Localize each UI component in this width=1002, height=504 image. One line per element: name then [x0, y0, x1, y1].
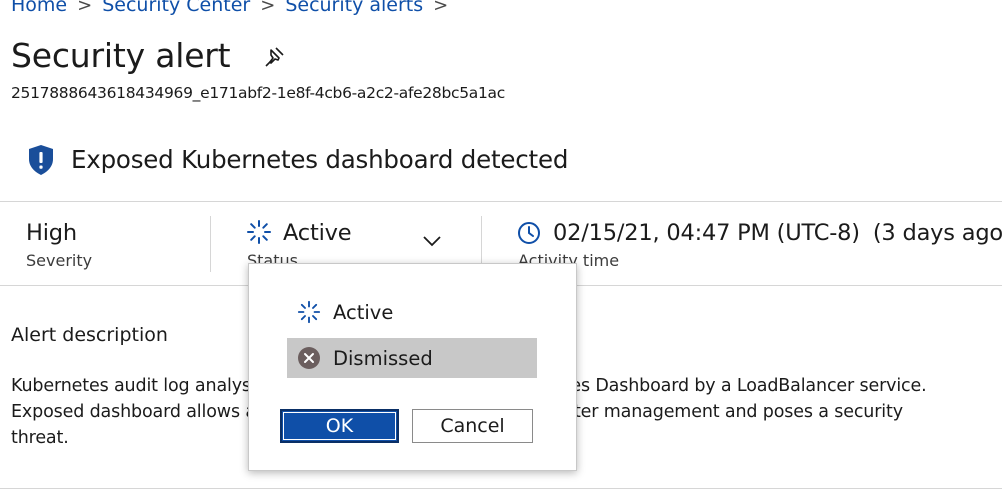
dismiss-circle-icon	[297, 346, 321, 370]
description-title: Alert description	[11, 324, 168, 346]
pin-icon[interactable]	[262, 44, 288, 70]
status-option-label: Active	[333, 300, 394, 324]
chevron-right-icon: >	[77, 0, 93, 16]
chevron-right-icon: >	[260, 0, 276, 16]
chevron-down-icon[interactable]	[421, 233, 443, 249]
status-dropdown-popup: Active Dismissed OK Cancel	[248, 263, 577, 471]
breadcrumb-security-center[interactable]: Security Center	[102, 0, 250, 16]
breadcrumb: Home > Security Center > Security alerts…	[11, 0, 458, 16]
spinner-icon	[246, 219, 272, 245]
page-title: Security alert	[11, 36, 231, 75]
cancel-button[interactable]: Cancel	[412, 409, 533, 443]
status-option-active[interactable]: Active	[287, 292, 537, 332]
divider	[0, 488, 1002, 489]
divider	[0, 201, 1002, 202]
activity-time-value: 02/15/21, 04:47 PM (UTC-8) (3 days ago)	[553, 220, 1002, 246]
divider	[210, 216, 211, 272]
shield-icon	[27, 144, 55, 176]
alert-name: Exposed Kubernetes dashboard detected	[71, 145, 569, 174]
breadcrumb-security-alerts[interactable]: Security alerts	[285, 0, 423, 16]
status-option-label: Dismissed	[333, 346, 433, 370]
status-value[interactable]: Active	[283, 220, 352, 246]
status-option-dismissed[interactable]: Dismissed	[287, 338, 537, 378]
alert-id: 2517888643618434969_e171abf2-1e8f-4cb6-a…	[11, 84, 505, 102]
breadcrumb-home[interactable]: Home	[11, 0, 67, 16]
spinner-icon	[297, 300, 321, 324]
severity-value: High	[26, 220, 77, 246]
activity-time: 02/15/21, 04:47 PM (UTC-8)	[553, 220, 860, 246]
activity-time-relative: (3 days ago)	[872, 220, 1002, 246]
chevron-right-icon: >	[433, 0, 449, 16]
clock-icon	[517, 221, 541, 245]
severity-label: Severity	[26, 251, 93, 270]
ok-button[interactable]: OK	[280, 409, 399, 443]
